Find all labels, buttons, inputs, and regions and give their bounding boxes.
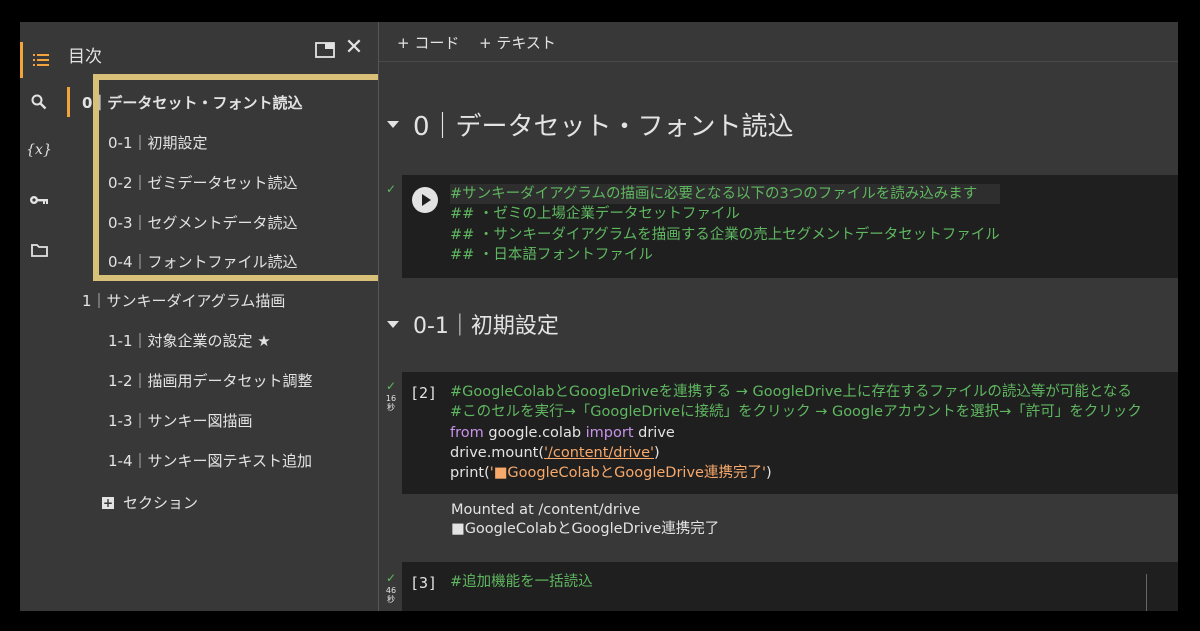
code-token: print( xyxy=(450,465,490,482)
cell-status: ✓ 46 秒 xyxy=(381,571,401,604)
collapse-caret-icon[interactable] xyxy=(387,320,399,328)
check-icon: ✓ xyxy=(385,379,397,393)
toc-item-1-1[interactable]: 1-1｜対象企業の設定 ★ xyxy=(108,330,271,351)
check-icon: ✓ xyxy=(385,571,397,585)
run-cell-button[interactable] xyxy=(412,187,438,213)
variables-icon[interactable]: {x} xyxy=(20,132,58,168)
code-token: '■GoogleColabとGoogleDrive連携完了' xyxy=(489,465,766,482)
code-line: print('■GoogleColabとGoogleDrive連携完了') xyxy=(450,463,1142,483)
key-icon[interactable] xyxy=(20,182,58,218)
plus-icon: + xyxy=(102,495,114,510)
colab-window: {x} 目次 ✕ 0｜データセット・フォント読込 0-1｜初期設定 0-2｜ゼミ… xyxy=(20,22,1178,611)
search-icon[interactable] xyxy=(20,84,58,120)
section-heading-0[interactable]: 0｜データセット・フォント読込 xyxy=(387,106,794,143)
cell-status: ✓ 16 秒 xyxy=(381,379,401,412)
code-line: ## ・ゼミの上場企業データセットファイル xyxy=(450,206,740,223)
code-token[interactable]: '/content/drive' xyxy=(544,445,654,461)
code-token: ) xyxy=(765,465,772,482)
code-line: #サンキーダイアグラムの描画に必要となる以下の3つのファイルを読み込みます xyxy=(450,184,1000,205)
code-token: import xyxy=(585,424,634,441)
code-token: drive.mount( xyxy=(450,444,545,461)
add-section-label: セクション xyxy=(123,494,199,512)
toc-item-1-4[interactable]: 1-4｜サンキー図テキスト追加 xyxy=(108,450,312,471)
cell-status: ✓ xyxy=(381,182,401,196)
editor-scrollbar[interactable] xyxy=(1146,574,1147,611)
cell-output-2: Mounted at /content/drive ■GoogleColabとGo… xyxy=(451,501,719,539)
output-line: Mounted at /content/drive xyxy=(451,502,641,518)
code-cell-1[interactable]: #サンキーダイアグラムの描画に必要となる以下の3つのファイルを読み込みます ## … xyxy=(402,175,1178,278)
section-heading-0-1-text: 0-1｜初期設定 xyxy=(413,314,559,339)
add-section-button[interactable]: + セクション xyxy=(102,492,198,513)
code-line: ## ・日本語フォントファイル xyxy=(450,246,653,263)
execution-count: [3] xyxy=(410,574,438,592)
code-line: drive.mount('/content/drive') xyxy=(450,443,1142,463)
code-token: from xyxy=(450,424,484,441)
code-line: #GoogleColabとGoogleDriveを連携する → GoogleDr… xyxy=(450,384,1132,400)
toc-highlight-frame xyxy=(93,74,397,281)
folder-icon[interactable] xyxy=(20,232,58,268)
toc-item-1[interactable]: 1｜サンキーダイアグラム描画 xyxy=(82,290,285,311)
code-cell-2[interactable]: [2] #GoogleColabとGoogleDriveを連携する → Goog… xyxy=(402,372,1178,494)
toc-panel: 目次 ✕ 0｜データセット・フォント読込 0-1｜初期設定 0-2｜ゼミデータセ… xyxy=(58,22,397,611)
code-token: drive xyxy=(638,424,675,441)
code-token: google.colab xyxy=(488,424,582,441)
icon-rail: {x} xyxy=(20,22,58,611)
notebook-toolbar: + コード + テキスト xyxy=(379,22,1178,62)
open-in-tab-icon[interactable] xyxy=(314,39,336,61)
code-line: #追加機能を一括読込 xyxy=(450,574,593,590)
toc-icon[interactable] xyxy=(20,42,58,78)
toc-title: 目次 xyxy=(68,47,102,67)
exec-time: 46 秒 xyxy=(385,586,397,604)
code-editor-2[interactable]: #GoogleColabとGoogleDriveを連携する → GoogleDr… xyxy=(450,382,1142,483)
toc-item-1-2[interactable]: 1-2｜描画用データセット調整 xyxy=(108,370,313,391)
code-line: from google.colab import drive xyxy=(450,423,1142,443)
code-editor-3[interactable]: #追加機能を一括読込 xyxy=(450,572,593,592)
notebook-area: + コード + テキスト 0｜データセット・フォント読込 ✓ #サンキーダイアグ… xyxy=(379,22,1178,611)
code-line: #このセルを実行→「GoogleDriveに接続」をクリック → Googleア… xyxy=(450,404,1142,421)
add-code-button[interactable]: + コード xyxy=(397,32,459,53)
section-heading-0-1[interactable]: 0-1｜初期設定 xyxy=(387,308,559,340)
code-token: ) xyxy=(654,444,660,461)
execution-count: [2] xyxy=(410,384,438,402)
collapse-caret-icon[interactable] xyxy=(387,121,399,128)
exec-time: 16 秒 xyxy=(385,394,397,412)
check-icon: ✓ xyxy=(385,182,397,196)
code-editor-1[interactable]: #サンキーダイアグラムの描画に必要となる以下の3つのファイルを読み込みます ## … xyxy=(450,184,1000,265)
toc-item-1-3[interactable]: 1-3｜サンキー図描画 xyxy=(108,410,253,431)
output-line: ■GoogleColabとGoogleDrive連携完了 xyxy=(451,521,720,537)
code-line: ## ・サンキーダイアグラムを描画する企業の売上セグメントデータセットファイル xyxy=(450,226,1000,243)
toc-active-indicator xyxy=(67,87,70,117)
code-cell-3[interactable]: [3] #追加機能を一括読込 xyxy=(402,562,1178,611)
section-heading-0-text: 0｜データセット・フォント読込 xyxy=(413,112,794,142)
close-icon[interactable]: ✕ xyxy=(343,37,365,59)
add-text-button[interactable]: + テキスト xyxy=(479,32,556,53)
